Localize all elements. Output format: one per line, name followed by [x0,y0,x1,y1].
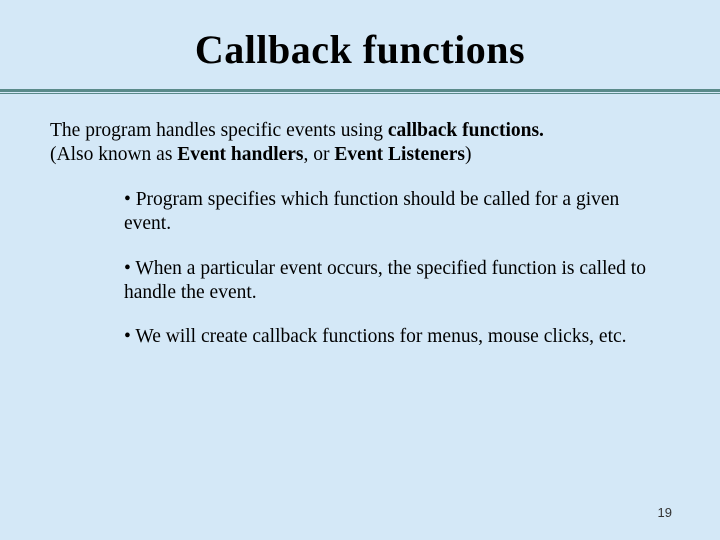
intro-mid: , or [304,144,335,165]
title-area: Callback functions [0,0,720,95]
intro-bold-handlers: Event handlers [177,144,303,165]
bullet-item: When a particular event occurs, the spec… [124,257,670,306]
intro-line2-pre: (Also known as [50,144,177,165]
intro-pre: The program handles specific events usin… [50,120,388,141]
bullet-text: We will create callback functions for me… [124,326,627,347]
intro-post: ) [465,144,472,165]
page-number: 19 [658,505,672,520]
intro-bold-callback: callback functions. [388,120,544,141]
bullet-list: Program specifies which function should … [50,188,670,350]
slide-title: Callback functions [0,26,720,73]
intro-bold-listeners: Event Listeners [334,144,465,165]
title-divider [0,89,720,95]
bullet-text: When a particular event occurs, the spec… [124,258,646,303]
slide-content: The program handles specific events usin… [0,95,720,350]
bullet-item: We will create callback functions for me… [124,325,670,349]
bullet-item: Program specifies which function should … [124,188,670,237]
intro-paragraph: The program handles specific events usin… [50,119,670,168]
bullet-text: Program specifies which function should … [124,189,619,234]
